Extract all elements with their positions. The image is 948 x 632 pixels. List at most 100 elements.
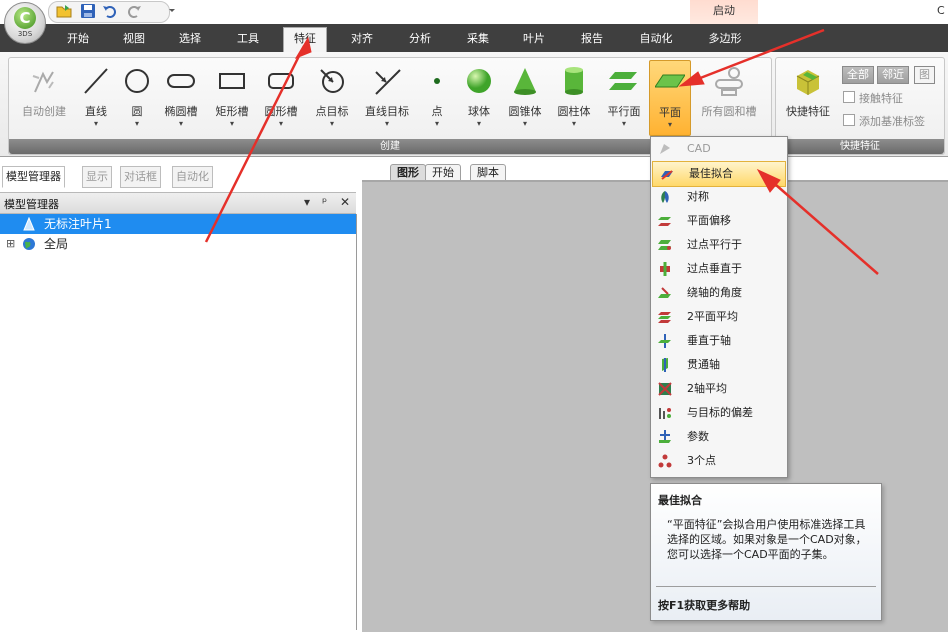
tree-item-blade[interactable]: 无标注叶片1 [0,214,356,234]
cone-dropdown-icon: ▾ [522,119,527,128]
tab-view[interactable]: 视图 [114,28,154,50]
plane-dropdown-icon: ▾ [667,120,672,129]
point-button[interactable]: 点 ▾ [422,60,452,134]
point-icon [434,78,440,84]
tab-display[interactable]: 显示 [82,166,112,188]
checkbox-box [843,114,855,126]
application-button[interactable]: C 3DS [4,2,46,44]
tab-start[interactable]: 开始 [58,28,98,50]
menu-item-perpendicular-to-axis[interactable]: 垂直于轴 [651,329,787,353]
menu-item-angle-about-axis[interactable]: 绕轴的角度 [651,281,787,305]
menu-item-symmetric[interactable]: 对称 [651,185,787,209]
open-folder-icon[interactable] [56,3,72,19]
doc-tab-start[interactable]: 开始 [425,164,461,181]
best-fit-tooltip: 最佳拟合 “平面特征”会拟合用户使用标准选择工具选择的区域。如果对象是一个CAD… [650,483,882,621]
cone-icon [514,68,536,95]
parallel-planes-dropdown-icon: ▾ [621,119,626,128]
tab-blade[interactable]: 叶片 [514,28,554,50]
parallel-planes-icon [609,72,637,90]
plane-button[interactable]: 平面 ▾ [649,60,691,136]
menu-item-plane-offset[interactable]: 平面偏移 [651,209,787,233]
save-icon[interactable] [80,3,96,19]
angle-about-axis-icon [658,287,671,298]
plane-offset-icon [658,217,671,226]
point-target-icon [320,69,344,93]
cylinder-button[interactable]: 圆柱体 ▾ [550,60,598,134]
quick-feature-button[interactable]: 快捷特征 [780,60,836,134]
elliptical-slot-button[interactable]: 椭圆槽 ▾ [158,60,204,134]
tab-model-manager[interactable]: 模型管理器 [2,166,65,188]
add-datum-label-checkbox[interactable]: 添加基准标签 [843,113,925,129]
doc-tab-graphics[interactable]: 图形 [390,164,426,181]
tree-expander-icon[interactable]: ⊞ [6,234,15,254]
tab-automation-panel[interactable]: 自动化 [172,166,213,188]
cone-feature-icon [23,217,35,231]
tab-report[interactable]: 报告 [572,28,612,50]
menu-item-three-points[interactable]: 3个点 [651,449,787,473]
perpendicular-to-axis-icon [658,334,671,348]
menu-item-two-axis-average[interactable]: 2轴平均 [651,377,787,401]
sphere-button[interactable]: 球体 ▾ [458,60,500,134]
quick-feature-cube-icon [796,70,820,95]
tab-select[interactable]: 选择 [170,28,210,50]
panel-pin-icon[interactable]: ᵖ [322,195,327,209]
three-points-icon [658,454,672,468]
qat-customize-chevron-icon[interactable] [168,5,176,15]
point-target-button[interactable]: 点目标 ▾ [308,60,356,134]
quick-tab-nearby[interactable]: 邻近 [877,66,909,84]
cad-icon [660,144,670,154]
tree-item-global[interactable]: ⊞ 全局 [0,234,356,254]
menu-item-cad[interactable]: CAD [651,137,787,161]
redo-icon[interactable] [126,3,142,19]
all-circles-slots-icon [715,67,743,96]
cone-button[interactable]: 圆锥体 ▾ [504,60,546,134]
menu-item-parameters[interactable]: 参数 [651,425,787,449]
tab-align[interactable]: 对齐 [342,28,382,50]
round-slot-button[interactable]: 圆形槽 ▾ [258,60,304,134]
circle-button[interactable]: 圆 ▾ [120,60,154,134]
menu-item-perpendicular-through-point[interactable]: 过点垂直于 [651,257,787,281]
title-right-text: C [937,4,945,17]
tab-collect[interactable]: 采集 [458,28,498,50]
all-circles-slots-button[interactable]: 所有圆和槽 [694,60,764,134]
app-logo-icon: C [14,7,36,29]
doc-tab-script[interactable]: 脚本 [470,164,506,181]
quick-tab-figure[interactable]: 图 [914,66,935,84]
quick-tab-all[interactable]: 全部 [842,66,874,84]
panel-menu-chevron-icon[interactable]: ▾ [304,195,310,209]
tooltip-title: 最佳拟合 [658,494,702,507]
point-target-dropdown-icon: ▾ [329,119,334,128]
tooltip-help-hint: 按F1获取更多帮助 [658,599,751,612]
line-button[interactable]: 直线 ▾ [76,60,116,134]
line-icon [84,68,108,94]
round-slot-dropdown-icon: ▾ [278,119,283,128]
contact-feature-checkbox[interactable]: 接触特征 [843,90,903,106]
rectangular-slot-button[interactable]: 矩形槽 ▾ [208,60,256,134]
menu-item-two-plane-average[interactable]: 2平面平均 [651,305,787,329]
tab-polygon[interactable]: 多边形 [700,28,750,50]
tab-features[interactable]: 特征 [283,27,327,53]
two-plane-average-icon [658,312,671,323]
model-tree: 无标注叶片1 ⊞ 全局 [0,214,357,630]
menu-item-best-fit[interactable]: 最佳拟合 [652,161,786,187]
panel-close-icon[interactable]: ✕ [340,195,350,209]
menu-item-deviation-from-target[interactable]: 与目标的偏差 [651,401,787,425]
tab-analyze[interactable]: 分析 [400,28,440,50]
plane-icon [655,74,685,88]
undo-icon[interactable] [102,3,118,19]
tab-tools[interactable]: 工具 [228,28,268,50]
line-target-dropdown-icon: ▾ [384,119,389,128]
parallel-planes-button[interactable]: 平行面 ▾ [602,60,646,134]
menu-item-parallel-through-point[interactable]: 过点平行于 [651,233,787,257]
tab-automation[interactable]: 自动化 [631,28,681,50]
elliptical-slot-icon [167,74,195,88]
circle-dropdown-icon: ▾ [134,119,139,128]
line-target-button[interactable]: 直线目标 ▾ [358,60,416,134]
auto-create-button[interactable]: 自动创建 [16,60,72,134]
deviation-from-target-icon [659,408,671,419]
tab-dialog[interactable]: 对话框 [120,166,161,188]
contextual-tab-label[interactable]: 启动 [690,0,758,24]
quick-features-group-label: 快捷特征 [776,139,944,154]
menu-item-through-axis[interactable]: 贯通轴 [651,353,787,377]
line-target-icon [375,69,401,95]
